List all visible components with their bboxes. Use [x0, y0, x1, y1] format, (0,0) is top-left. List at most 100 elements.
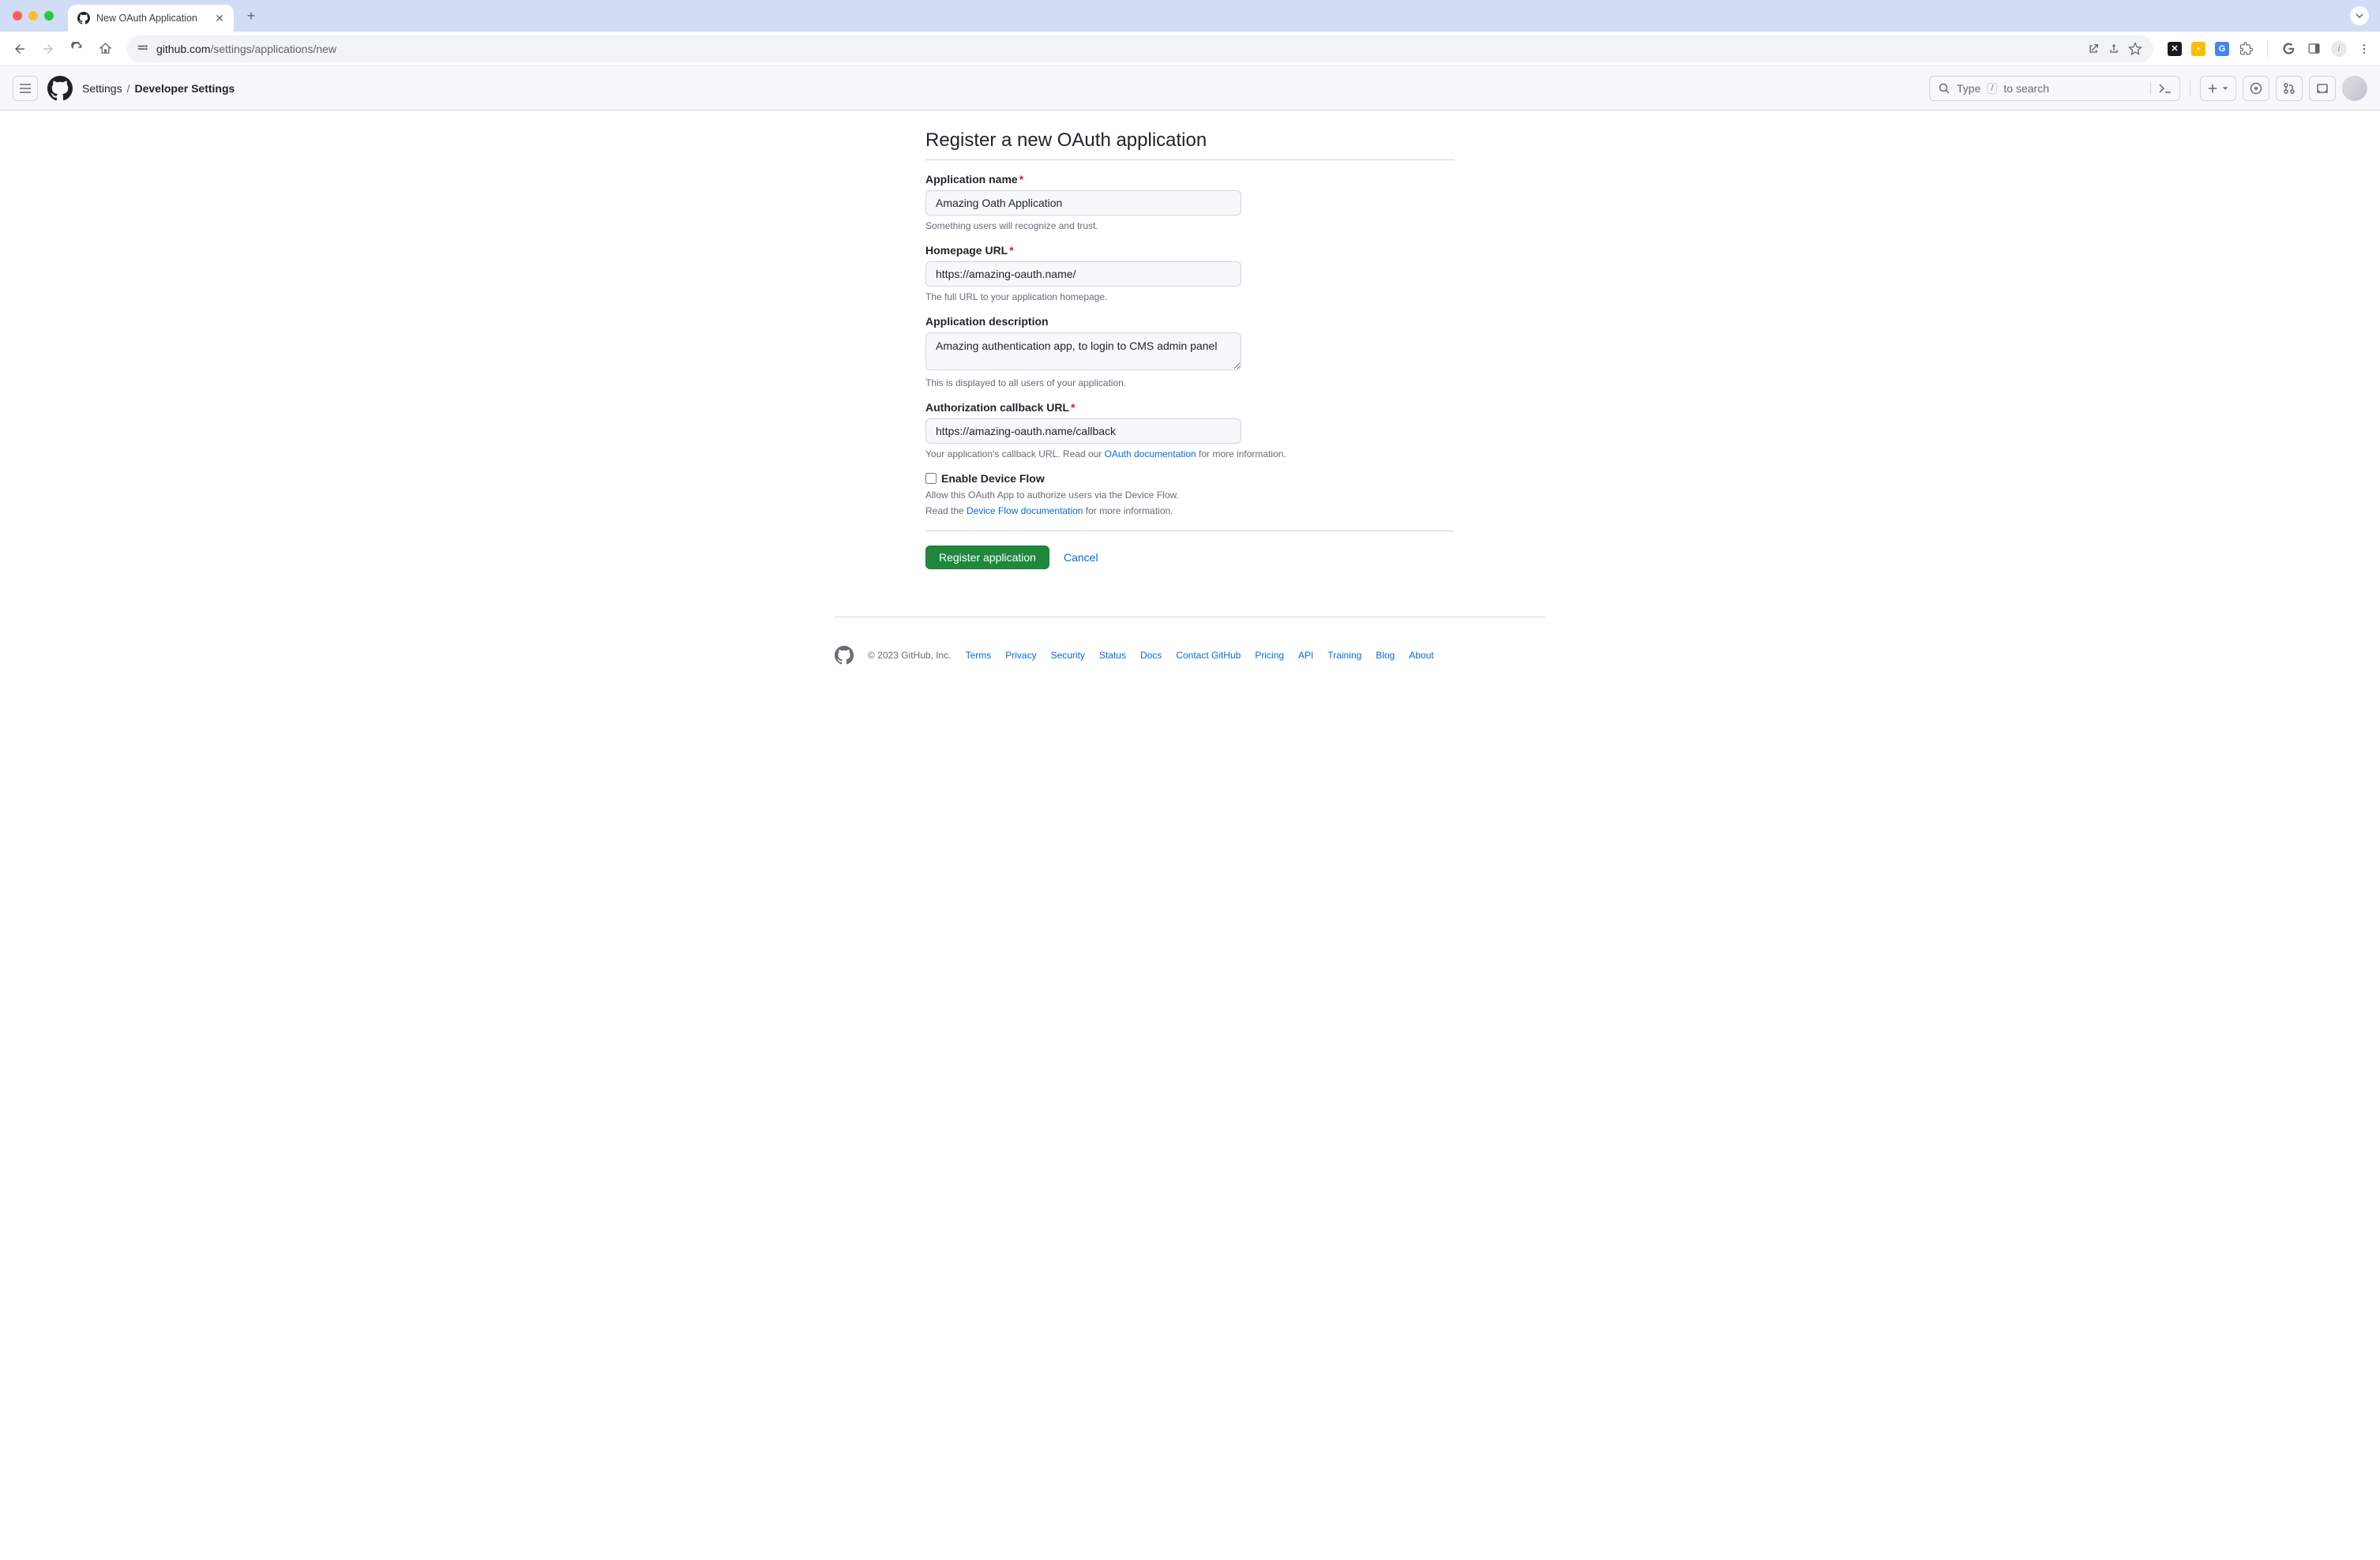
homepage-url-group: Homepage URL* The full URL to your appli…	[925, 244, 1455, 302]
extension-icons: ✕ ▪ G i	[2168, 41, 2372, 57]
new-tab-button[interactable]: +	[240, 5, 262, 27]
callback-url-label: Authorization callback URL*	[925, 401, 1455, 414]
app-description-label: Application description	[925, 315, 1455, 328]
pull-requests-button[interactable]	[2276, 76, 2303, 101]
command-palette-icon[interactable]	[2150, 82, 2172, 95]
app-name-group: Application name* Something users will r…	[925, 173, 1455, 231]
bookmark-star-icon[interactable]	[2128, 42, 2142, 56]
home-button[interactable]	[93, 37, 117, 61]
breadcrumb-current: Developer Settings	[134, 82, 235, 95]
form-actions: Register application Cancel	[925, 531, 1455, 569]
breadcrumb-settings-link[interactable]: Settings	[82, 82, 122, 95]
browser-tab-bar: New OAuth Application ✕ +	[0, 0, 2380, 32]
app-description-input[interactable]: Amazing authentication app, to login to …	[925, 332, 1241, 370]
minimize-window-button[interactable]	[28, 11, 38, 21]
footer-link-docs[interactable]: Docs	[1140, 650, 1162, 661]
github-footer-logo-icon	[835, 646, 854, 665]
google-translate-icon[interactable]: G	[2215, 42, 2229, 56]
hamburger-icon	[19, 82, 32, 95]
search-placeholder-post: to search	[2003, 82, 2049, 95]
homepage-url-help: The full URL to your application homepag…	[925, 291, 1455, 302]
github-favicon-icon	[77, 12, 90, 24]
browser-tab[interactable]: New OAuth Application ✕	[68, 5, 234, 32]
breadcrumb-separator: /	[127, 82, 130, 95]
plus-icon	[2207, 83, 2218, 94]
home-icon	[99, 42, 112, 55]
forward-button[interactable]	[36, 37, 60, 61]
browser-toolbar: github.com/settings/applications/new ✕ ▪…	[0, 32, 2380, 66]
tabs-dropdown-button[interactable]	[2350, 6, 2369, 25]
hamburger-menu-button[interactable]	[13, 76, 38, 101]
register-application-button[interactable]: Register application	[925, 546, 1049, 569]
extension-icon-2[interactable]: ▪	[2191, 42, 2205, 56]
notifications-button[interactable]	[2309, 76, 2336, 101]
app-name-input[interactable]	[925, 190, 1241, 216]
device-flow-label: Enable Device Flow	[941, 472, 1045, 485]
inbox-icon	[2316, 82, 2329, 95]
github-header: Settings / Developer Settings Type / to …	[0, 66, 2380, 111]
share-icon[interactable]	[2108, 43, 2120, 55]
toolbar-divider	[2267, 41, 2268, 57]
footer: © 2023 GitHub, Inc. Terms Privacy Securi…	[835, 617, 1545, 693]
pull-request-icon	[2283, 82, 2296, 95]
create-new-button[interactable]	[2200, 76, 2236, 101]
reload-button[interactable]	[65, 37, 88, 61]
device-flow-checkbox[interactable]	[925, 473, 937, 484]
footer-link-status[interactable]: Status	[1099, 650, 1126, 661]
oauth-docs-link[interactable]: OAuth documentation	[1105, 448, 1196, 459]
close-window-button[interactable]	[13, 11, 22, 21]
site-settings-icon	[137, 43, 148, 54]
close-tab-icon[interactable]: ✕	[215, 12, 224, 25]
maximize-window-button[interactable]	[44, 11, 54, 21]
footer-copyright: © 2023 GitHub, Inc.	[868, 650, 952, 661]
window-controls	[13, 11, 54, 21]
open-external-icon[interactable]	[2087, 43, 2100, 55]
footer-link-terms[interactable]: Terms	[966, 650, 992, 661]
issue-icon	[2250, 82, 2262, 95]
footer-link-pricing[interactable]: Pricing	[1255, 650, 1284, 661]
search-placeholder-pre: Type	[1957, 82, 1980, 95]
extensions-puzzle-icon[interactable]	[2239, 41, 2254, 57]
cancel-button[interactable]: Cancel	[1064, 551, 1098, 564]
device-flow-docs-link[interactable]: Device Flow documentation	[967, 505, 1083, 516]
footer-link-contact[interactable]: Contact GitHub	[1176, 650, 1241, 661]
user-avatar[interactable]	[2342, 76, 2367, 101]
arrow-right-icon	[41, 42, 55, 56]
footer-link-training[interactable]: Training	[1327, 650, 1361, 661]
issues-button[interactable]	[2243, 76, 2269, 101]
device-flow-help-1: Allow this OAuth App to authorize users …	[925, 489, 1455, 501]
arrow-left-icon	[13, 42, 27, 56]
breadcrumb: Settings / Developer Settings	[82, 82, 235, 95]
extension-icon-1[interactable]: ✕	[2168, 42, 2182, 56]
side-panel-icon[interactable]	[2306, 41, 2322, 57]
homepage-url-input[interactable]	[925, 261, 1241, 287]
homepage-url-label: Homepage URL*	[925, 244, 1455, 257]
github-logo-icon[interactable]	[47, 76, 73, 101]
chevron-down-icon	[2355, 11, 2364, 21]
app-name-label: Application name*	[925, 173, 1455, 186]
url-text: github.com/settings/applications/new	[156, 43, 2079, 55]
callback-url-group: Authorization callback URL* Your applica…	[925, 401, 1455, 459]
browser-chrome: New OAuth Application ✕ + github.com/set…	[0, 0, 2380, 66]
footer-link-api[interactable]: API	[1298, 650, 1313, 661]
caret-down-icon	[2221, 84, 2229, 92]
address-bar[interactable]: github.com/settings/applications/new	[126, 36, 2153, 62]
footer-link-security[interactable]: Security	[1051, 650, 1085, 661]
search-icon	[1938, 82, 1950, 95]
app-description-group: Application description Amazing authenti…	[925, 315, 1455, 388]
search-input[interactable]: Type / to search	[1929, 76, 2180, 101]
search-slash-hint: /	[1987, 83, 1997, 94]
main-content: Register a new OAuth application Applica…	[925, 111, 1455, 601]
footer-link-about[interactable]: About	[1409, 650, 1433, 661]
browser-menu-icon[interactable]	[2356, 41, 2372, 57]
callback-url-input[interactable]	[925, 418, 1241, 444]
footer-link-privacy[interactable]: Privacy	[1005, 650, 1036, 661]
google-g-icon[interactable]	[2281, 41, 2296, 57]
app-name-help: Something users will recognize and trust…	[925, 220, 1455, 231]
app-description-help: This is displayed to all users of your a…	[925, 377, 1455, 388]
profile-avatar-icon[interactable]: i	[2331, 41, 2347, 57]
page-title: Register a new OAuth application	[925, 129, 1455, 160]
tab-title: New OAuth Application	[96, 13, 208, 24]
back-button[interactable]	[8, 37, 32, 61]
footer-link-blog[interactable]: Blog	[1376, 650, 1395, 661]
